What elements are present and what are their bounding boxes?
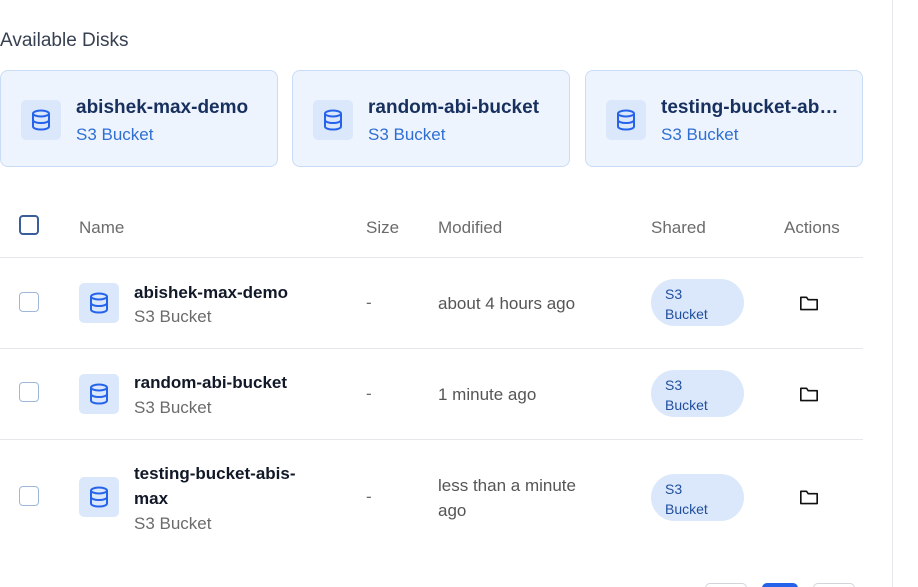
table-row[interactable]: abishek-max-demo S3 Bucket - about 4 hou… [0,258,863,349]
disk-card-abishek-max-demo[interactable]: abishek-max-demo S3 Bucket [0,70,278,167]
folder-icon[interactable] [798,487,820,507]
row-size: - [366,384,372,403]
disk-card-type: S3 Bucket [661,125,739,144]
column-header-size[interactable]: Size [366,218,399,238]
row-modified: less than a minute ago [438,476,576,520]
table-header: Name Size Modified Shared Actions [0,200,863,258]
row-name[interactable]: random-abi-bucket [134,370,309,395]
disk-card-title: random-abi-bucket [368,97,540,118]
database-icon [79,283,119,323]
database-icon [21,100,61,140]
shared-badge: S3 Bucket [651,279,744,326]
row-checkbox[interactable] [19,382,39,402]
row-type: S3 Bucket [134,307,212,326]
shared-badge-line1: S3 [665,286,683,302]
pagination-page-button[interactable] [762,583,798,587]
disk-card-testing-bucket-abis-max[interactable]: testing-bucket-abis-max S3 Bucket [585,70,863,167]
row-modified: about 4 hours ago [438,294,576,313]
row-type: S3 Bucket [134,398,212,417]
disk-card-random-abi-bucket[interactable]: random-abi-bucket S3 Bucket [292,70,570,167]
disk-card-type: S3 Bucket [368,125,446,144]
column-header-name[interactable]: Name [79,218,124,238]
shared-badge-line2: Bucket [665,501,708,517]
database-icon [79,477,119,517]
row-name[interactable]: testing-bucket-abis-max [134,461,304,511]
disk-card-title: abishek-max-demo [76,97,249,118]
pagination-prev-button[interactable] [705,583,747,587]
database-icon [606,100,646,140]
table-row[interactable]: testing-bucket-abis-max S3 Bucket - less… [0,440,863,556]
row-checkbox[interactable] [19,486,39,506]
row-modified: 1 minute ago [438,385,537,404]
shared-badge-line2: Bucket [665,397,708,413]
column-header-modified[interactable]: Modified [438,218,502,238]
database-icon [79,374,119,414]
shared-badge-line2: Bucket [665,306,708,322]
row-size: - [366,487,372,506]
table-row[interactable]: random-abi-bucket S3 Bucket - 1 minute a… [0,349,863,440]
section-title: Available Disks [0,30,129,51]
folder-icon[interactable] [798,384,820,404]
row-name[interactable]: abishek-max-demo [134,280,309,305]
row-checkbox[interactable] [19,292,39,312]
shared-badge-line1: S3 [665,481,683,497]
column-header-actions: Actions [784,218,840,237]
right-panel-edge [892,0,918,587]
row-type: S3 Bucket [134,514,212,533]
shared-badge: S3 Bucket [651,474,744,521]
shared-badge: S3 Bucket [651,370,744,417]
row-size: - [366,293,372,312]
select-all-checkbox[interactable] [19,215,39,235]
disk-card-type: S3 Bucket [76,125,154,144]
column-header-shared: Shared [651,218,706,237]
disk-card-title: testing-bucket-abis-max [661,97,843,118]
database-icon [313,100,353,140]
folder-icon[interactable] [798,293,820,313]
shared-badge-line1: S3 [665,377,683,393]
pagination-next-button[interactable] [813,583,855,587]
